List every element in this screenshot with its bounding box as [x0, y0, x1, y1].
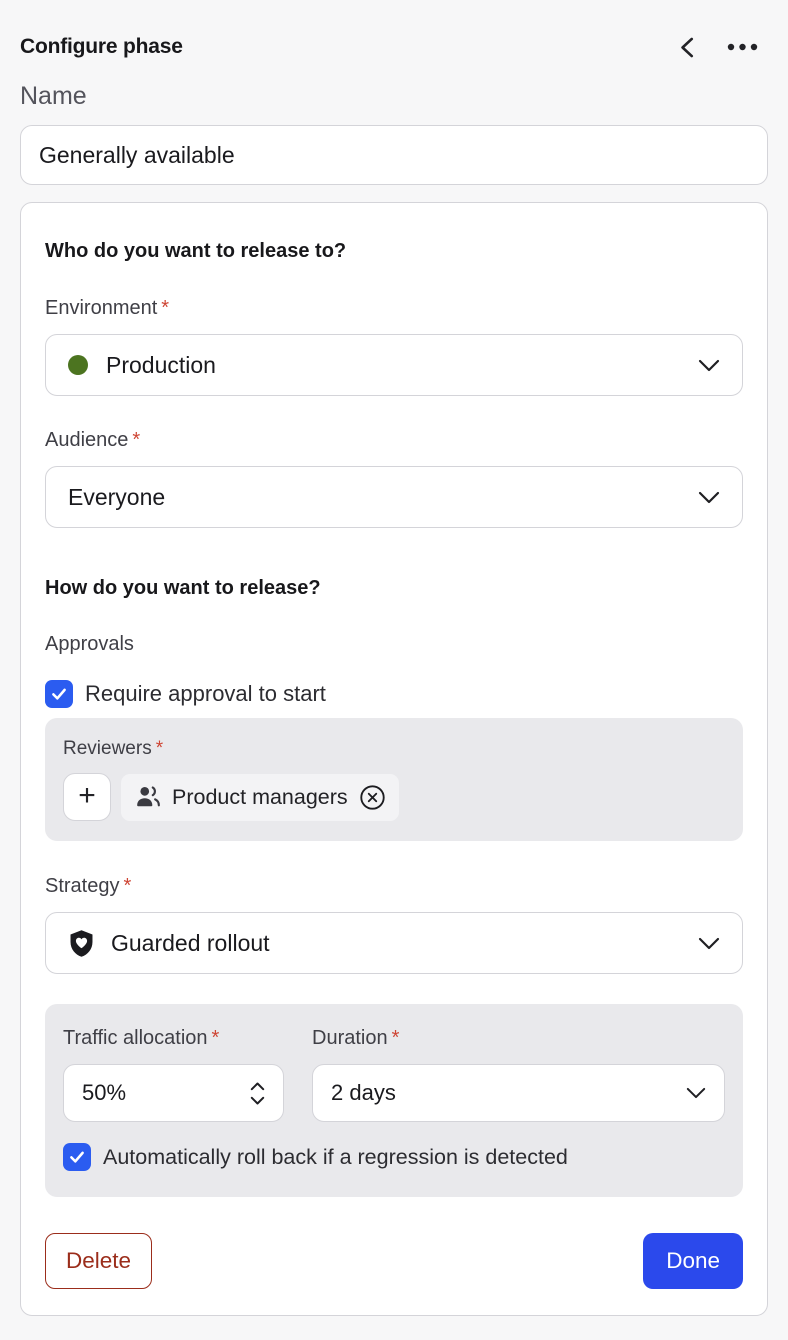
environment-dot-icon — [68, 355, 88, 375]
page-title: Configure phase — [20, 35, 183, 59]
environment-value: Production — [106, 352, 216, 379]
rollback-checkbox[interactable] — [63, 1143, 91, 1171]
back-button[interactable] — [674, 33, 699, 62]
environment-select[interactable]: Production — [45, 334, 743, 396]
required-asterisk: * — [212, 1027, 220, 1049]
chevron-down-icon — [686, 1087, 706, 1099]
environment-label: Environment* — [45, 296, 743, 320]
require-approval-checkbox[interactable] — [45, 680, 73, 708]
reviewer-chip-label: Product managers — [172, 785, 348, 810]
check-icon — [68, 1148, 86, 1166]
chevron-down-icon — [698, 937, 720, 950]
remove-reviewer-button[interactable] — [359, 784, 386, 811]
required-asterisk: * — [392, 1027, 400, 1049]
chevron-down-icon — [698, 491, 720, 504]
chevron-down-icon — [698, 359, 720, 372]
card-footer: Delete Done — [45, 1233, 743, 1289]
header-actions — [674, 33, 768, 62]
traffic-allocation-value: 50% — [82, 1080, 126, 1106]
required-asterisk: * — [123, 875, 131, 897]
who-heading: Who do you want to release to? — [45, 239, 743, 263]
reviewer-chip: Product managers — [121, 774, 399, 821]
guarded-rollout-panel: Traffic allocation* 50% — [45, 1004, 743, 1197]
name-label: Name — [20, 82, 768, 111]
how-heading: How do you want to release? — [45, 576, 743, 600]
ellipsis-icon — [727, 43, 758, 51]
required-asterisk: * — [132, 429, 140, 451]
traffic-allocation-stepper[interactable]: 50% — [63, 1064, 284, 1122]
strategy-value: Guarded rollout — [111, 930, 270, 957]
audience-select[interactable]: Everyone — [45, 466, 743, 528]
required-asterisk: * — [161, 297, 169, 319]
chevron-down-icon — [250, 1096, 265, 1105]
done-button[interactable]: Done — [643, 1233, 743, 1289]
check-icon — [50, 685, 68, 703]
strategy-select[interactable]: Guarded rollout — [45, 912, 743, 974]
people-icon — [135, 784, 161, 810]
reviewers-row: + Product managers — [63, 773, 725, 821]
chevron-left-icon — [678, 37, 695, 58]
shield-heart-icon — [68, 929, 95, 958]
strategy-label: Strategy* — [45, 874, 743, 898]
approvals-label: Approvals — [45, 632, 743, 656]
rollback-row: Automatically roll back if a regression … — [63, 1143, 725, 1171]
chevron-up-icon — [250, 1082, 265, 1091]
audience-value: Everyone — [68, 484, 165, 511]
phase-name-input[interactable] — [20, 125, 768, 185]
require-approval-row: Require approval to start — [45, 680, 743, 708]
duration-value: 2 days — [331, 1080, 396, 1106]
panel-header: Configure phase — [20, 0, 768, 64]
reviewers-label: Reviewers* — [63, 738, 725, 760]
stepper-buttons[interactable] — [246, 1078, 269, 1109]
overflow-menu-button[interactable] — [723, 39, 762, 55]
add-reviewer-button[interactable]: + — [63, 773, 111, 821]
required-asterisk: * — [156, 738, 163, 759]
traffic-allocation-label: Traffic allocation* — [63, 1027, 284, 1050]
duration-label: Duration* — [312, 1027, 725, 1050]
delete-button[interactable]: Delete — [45, 1233, 152, 1289]
plus-icon: + — [78, 781, 96, 811]
require-approval-label: Require approval to start — [85, 681, 326, 707]
configure-phase-panel: Configure phase Name Who do you want to … — [0, 0, 788, 1340]
x-circle-icon — [359, 784, 386, 811]
audience-label: Audience* — [45, 428, 743, 452]
rollback-label: Automatically roll back if a regression … — [103, 1145, 568, 1170]
guarded-labels-row: Traffic allocation* 50% — [63, 1027, 725, 1122]
duration-select[interactable]: 2 days — [312, 1064, 725, 1122]
phase-config-card: Who do you want to release to? Environme… — [20, 202, 768, 1316]
reviewers-panel: Reviewers* + Product managers — [45, 718, 743, 841]
